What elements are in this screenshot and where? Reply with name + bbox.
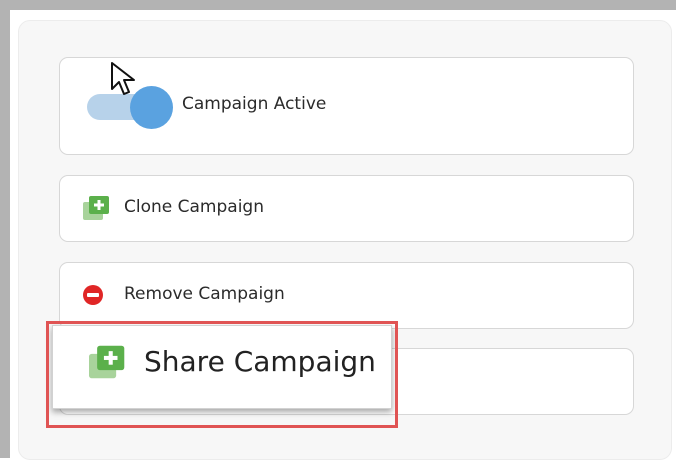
- window-edge-left: [0, 0, 10, 458]
- copy-plus-icon: [83, 196, 109, 220]
- clone-campaign-label: Clone Campaign: [124, 197, 264, 217]
- window-edge-top: [0, 0, 676, 10]
- mouse-pointer-icon: [111, 62, 135, 95]
- screenshot-frame: Campaign Active Clone Campaign Remove Ca…: [0, 0, 676, 460]
- campaign-active-label: Campaign Active: [182, 94, 327, 114]
- minus-circle-icon: [83, 285, 103, 305]
- remove-campaign-label: Remove Campaign: [124, 284, 285, 304]
- share-campaign-label: Share Campaign: [144, 345, 376, 378]
- copy-plus-icon: [89, 345, 125, 379]
